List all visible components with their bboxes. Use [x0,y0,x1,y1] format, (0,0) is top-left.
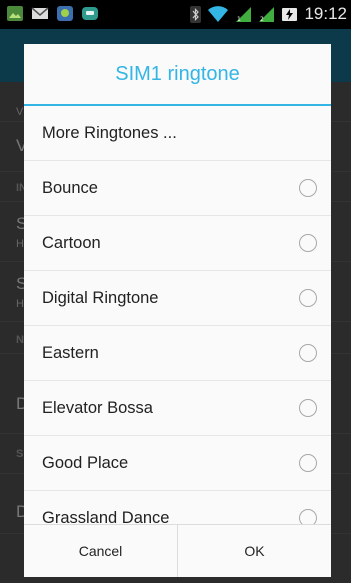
clock: 19:12 [304,4,347,23]
list-item-label: Good Place [42,453,129,472]
radio-button[interactable] [299,509,317,524]
wifi-icon [208,5,229,22]
list-item-label: Eastern [42,343,99,362]
cancel-button[interactable]: Cancel [24,525,177,577]
status-bar: 1 2 19:12 [0,0,351,29]
list-item-label: Bounce [42,178,98,197]
list-item[interactable]: Digital Ringtone [24,271,331,326]
email-icon [31,7,49,19]
radio-button[interactable] [299,234,317,252]
list-item[interactable]: Bounce [24,161,331,216]
notification-icons [6,5,99,22]
gallery-icon [7,6,23,21]
list-item-label: Cartoon [42,233,101,252]
ringtone-dialog: SIM1 ringtone More Ringtones ... Bounce … [24,44,331,577]
android-icon [57,6,73,21]
radio-button[interactable] [299,344,317,362]
system-icons: 1 2 19:12 [190,4,347,24]
ringtone-list[interactable]: More Ringtones ... Bounce Cartoon Digita… [24,106,331,524]
radio-button[interactable] [299,454,317,472]
list-item-label: More Ringtones ... [42,123,177,142]
list-item[interactable]: Elevator Bossa [24,381,331,436]
dialog-title: SIM1 ringtone [115,62,240,85]
radio-button[interactable] [299,289,317,307]
radio-button[interactable] [299,179,317,197]
ok-button[interactable]: OK [177,525,331,577]
svg-text:1: 1 [237,16,241,23]
list-item[interactable]: Cartoon [24,216,331,271]
list-item-more-ringtones[interactable]: More Ringtones ... [24,106,331,161]
signal-sim1-icon: 1 [236,6,252,23]
list-item[interactable]: Grassland Dance [24,491,331,524]
svg-text:2: 2 [260,16,264,23]
list-item-label: Digital Ringtone [42,288,159,307]
signal-sim2-icon: 2 [259,6,275,23]
bluetooth-icon [190,5,202,23]
list-item[interactable]: Eastern [24,326,331,381]
dialog-button-bar: Cancel OK [24,524,331,577]
chat-icon [82,7,98,20]
list-item[interactable]: Good Place [24,436,331,491]
list-item-label: Grassland Dance [42,508,170,525]
list-item-label: Elevator Bossa [42,398,153,417]
radio-button[interactable] [299,399,317,417]
battery-charging-icon [282,7,298,21]
